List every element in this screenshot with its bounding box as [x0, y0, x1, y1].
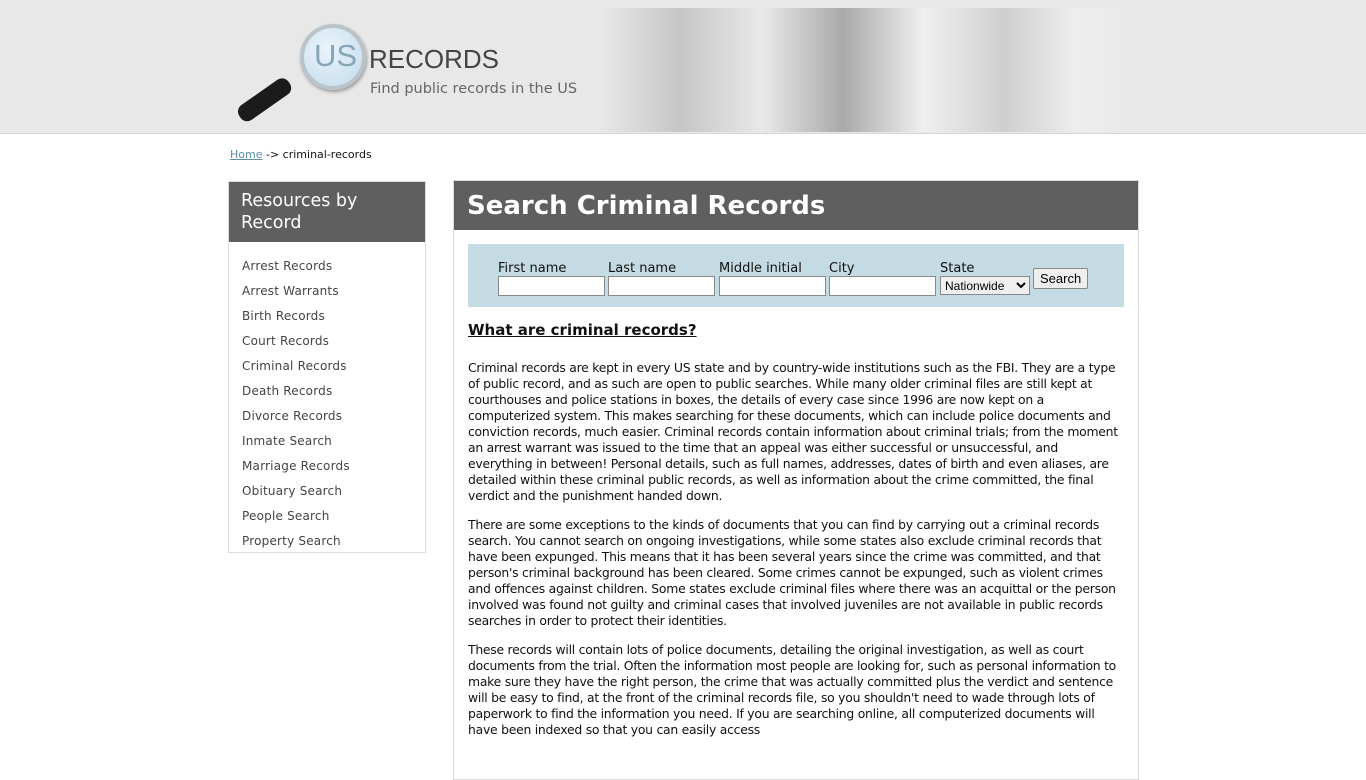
- sidebar-item-death-records[interactable]: Death Records: [242, 379, 425, 404]
- logo-brand: RECORDS: [369, 44, 500, 74]
- sidebar-item-inmate-search[interactable]: Inmate Search: [242, 429, 425, 454]
- sidebar-title: Resources by Record: [229, 182, 425, 242]
- article-heading: What are criminal records?: [468, 321, 697, 339]
- search-button[interactable]: Search: [1033, 268, 1089, 289]
- last-name-group: Last name: [608, 261, 715, 296]
- logo-us: US: [314, 38, 358, 73]
- sidebar: Resources by Record Arrest Records Arres…: [228, 181, 426, 553]
- sidebar-item-property-search[interactable]: Property Search: [242, 529, 425, 554]
- page-title: Search Criminal Records: [454, 181, 1138, 230]
- header-banner-image: [600, 8, 1140, 132]
- state-group: State Nationwide: [940, 261, 1030, 295]
- article-paragraph: These records will contain lots of polic…: [468, 642, 1117, 737]
- sidebar-item-arrest-warrants[interactable]: Arrest Warrants: [242, 279, 425, 304]
- main-content: Search Criminal Records First name Last …: [453, 180, 1139, 780]
- article-paragraph: There are some exceptions to the kinds o…: [468, 517, 1116, 628]
- last-name-input[interactable]: [608, 276, 715, 296]
- sidebar-list: Arrest Records Arrest Warrants Birth Rec…: [229, 242, 425, 554]
- state-label: State: [940, 261, 975, 276]
- sidebar-item-people-search[interactable]: People Search: [242, 504, 425, 529]
- search-form: First name Last name Middle initial City…: [468, 244, 1124, 307]
- middle-initial-input[interactable]: [719, 276, 826, 296]
- article-paragraph: Criminal records are kept in every US st…: [468, 360, 1118, 503]
- breadcrumb: Home -> criminal-records: [230, 148, 372, 161]
- sidebar-item-obituary-search[interactable]: Obituary Search: [242, 479, 425, 504]
- first-name-group: First name: [498, 261, 605, 296]
- sidebar-item-marriage-records[interactable]: Marriage Records: [242, 454, 425, 479]
- sidebar-item-birth-records[interactable]: Birth Records: [242, 304, 425, 329]
- city-input[interactable]: [829, 276, 936, 296]
- sidebar-item-arrest-records[interactable]: Arrest Records: [242, 254, 425, 279]
- last-name-label: Last name: [608, 261, 677, 276]
- sidebar-item-court-records[interactable]: Court Records: [242, 329, 425, 354]
- site-header: US RECORDS Find public records in the US: [0, 0, 1366, 134]
- state-select[interactable]: Nationwide: [940, 276, 1030, 295]
- site-logo[interactable]: US RECORDS Find public records in the US: [234, 20, 598, 125]
- city-label: City: [829, 261, 855, 276]
- sidebar-item-criminal-records[interactable]: Criminal Records: [242, 354, 425, 379]
- tagline: Find public records in the US: [370, 81, 578, 97]
- breadcrumb-home-link[interactable]: Home: [230, 148, 262, 161]
- magnifier-handle-icon: [234, 75, 295, 125]
- city-group: City: [829, 261, 936, 296]
- breadcrumb-current: criminal-records: [282, 148, 372, 161]
- middle-initial-label: Middle initial: [719, 261, 802, 276]
- sidebar-item-divorce-records[interactable]: Divorce Records: [242, 404, 425, 429]
- middle-initial-group: Middle initial: [719, 261, 826, 296]
- article: What are criminal records? Criminal reco…: [468, 322, 1124, 751]
- breadcrumb-separator: ->: [265, 148, 280, 161]
- first-name-input[interactable]: [498, 276, 605, 296]
- first-name-label: First name: [498, 261, 567, 276]
